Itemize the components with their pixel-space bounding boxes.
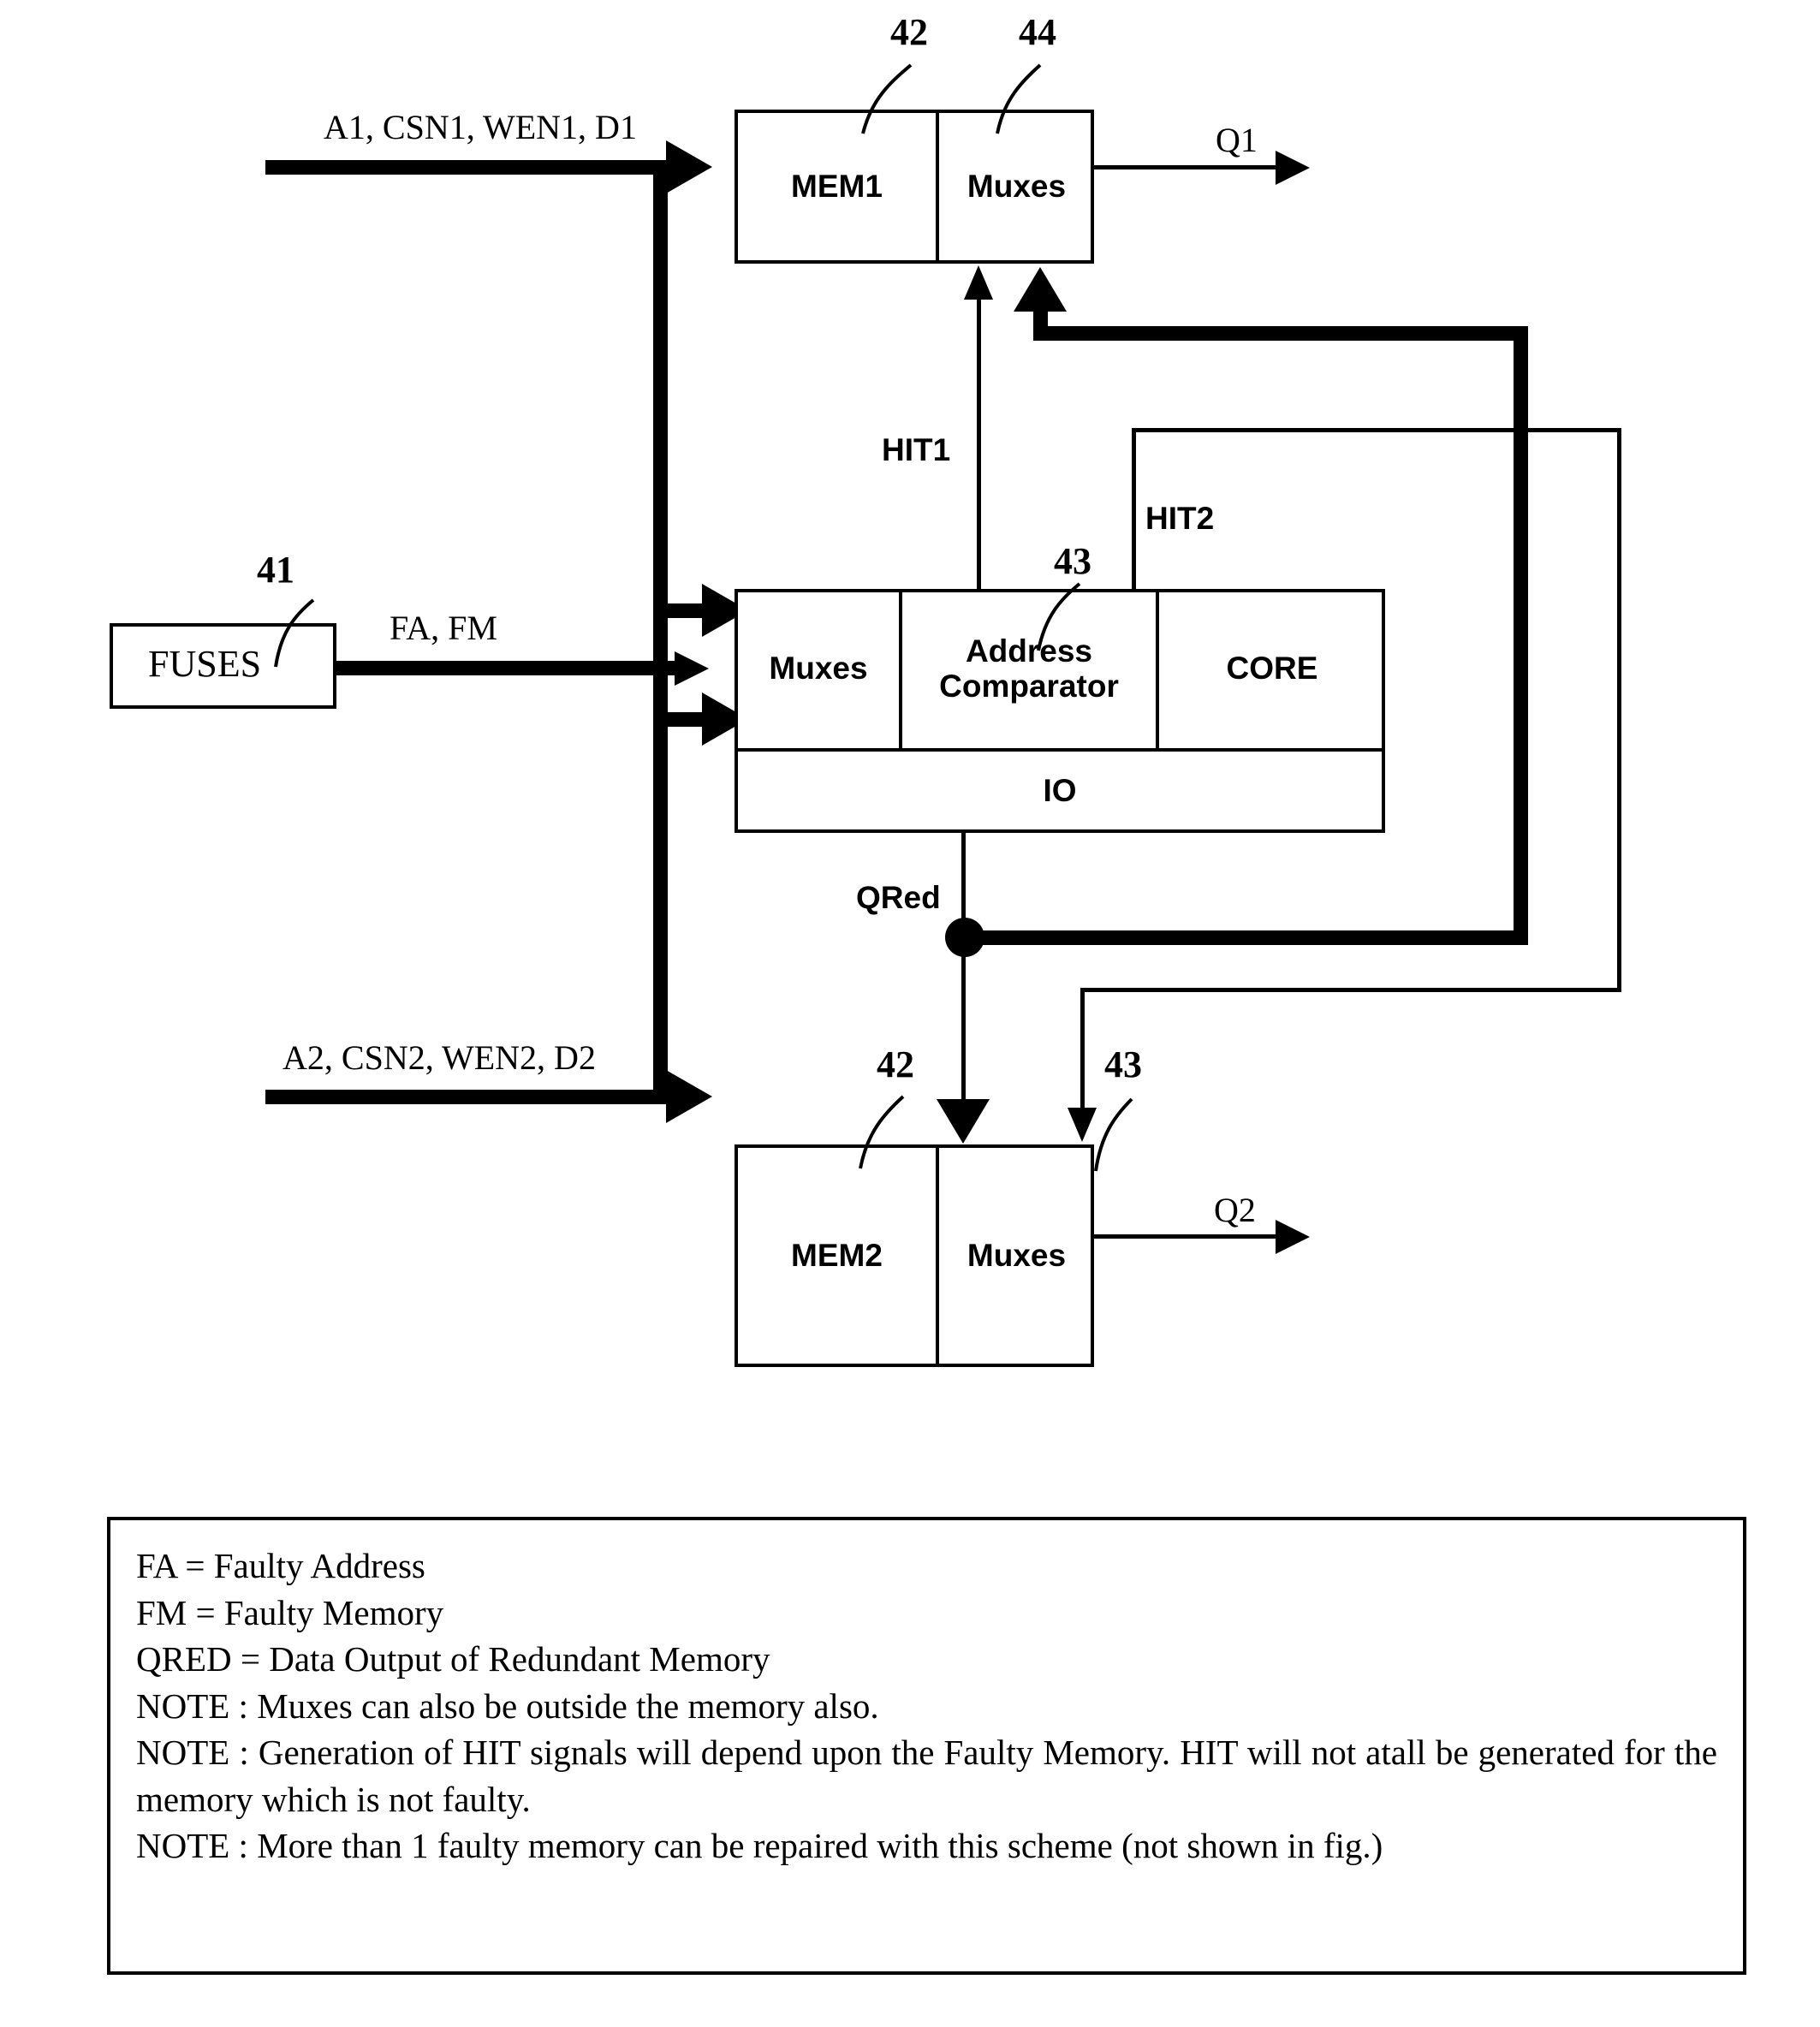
main-input-bus-vertical [653, 160, 668, 1097]
qred-wire-lower [961, 937, 966, 1105]
q2-label: Q2 [1214, 1191, 1256, 1229]
ref-43-address-comparator: 43 [1054, 540, 1091, 582]
legend-note-hit: NOTE : Generation of HIT signals will de… [136, 1733, 1717, 1819]
fa-fm-wire [336, 661, 675, 675]
mem2-muxes-label: Muxes [967, 1238, 1067, 1274]
ref-42-mem2-leader [859, 1095, 905, 1169]
qred-feedback-right-vertical [1514, 326, 1528, 937]
input1-arrowhead [666, 140, 712, 193]
legend-note-more: NOTE : More than 1 faulty memory can be … [136, 1826, 1383, 1866]
qred-feedback-top [1033, 326, 1528, 341]
qred-to-mem2-arrowhead [937, 1099, 990, 1144]
input2-arrowhead [666, 1070, 712, 1123]
q1-arrowhead [1276, 151, 1310, 185]
ref-44-leader [996, 63, 1042, 134]
ref-43-mem2-leader [1094, 1097, 1133, 1172]
legend-note-muxes: NOTE : Muxes can also be outside the mem… [136, 1685, 879, 1726]
legend-line-fa: FA = Faulty Address [136, 1546, 425, 1585]
legend-box: FA = Faulty Address FM = Faulty Memory Q… [107, 1517, 1746, 1975]
hit1-wire [977, 300, 981, 591]
patent-figure-page: MEM1 Muxes 42 44 A1, CSN1, WEN1, D1 Q1 H… [0, 0, 1820, 2027]
fa-fm-arrowhead [675, 651, 709, 686]
hit2-to-mem2-vertical [1080, 988, 1085, 1109]
io-label: IO [1043, 772, 1077, 808]
mem2-label: MEM2 [791, 1238, 883, 1274]
qred-junction-dot [945, 918, 984, 957]
ref-42-mem2: 42 [877, 1043, 914, 1085]
bus-branch-upper [653, 603, 709, 618]
ref-42-mem1-leader [861, 63, 913, 134]
qred-label: QRed [856, 880, 941, 915]
legend-line-qred: QRED = Data Output of Redundant Memory [136, 1639, 770, 1679]
input2-label: A2, CSN2, WEN2, D2 [283, 1038, 596, 1077]
hit1-label: HIT1 [882, 432, 951, 467]
ref-43-mem2-muxes: 43 [1104, 1043, 1142, 1085]
q2-arrowhead [1276, 1220, 1310, 1254]
hit2-bottom-wire [1080, 988, 1621, 992]
qred-feedback-bottom [963, 930, 1528, 945]
hit2-right-vertical [1617, 428, 1621, 991]
q2-output-wire [1094, 1234, 1278, 1239]
q1-output-wire [1094, 165, 1278, 169]
bus-branch-lower [653, 712, 709, 727]
input1-bus [265, 160, 668, 175]
input1-label: A1, CSN1, WEN1, D1 [324, 108, 637, 146]
q1-label: Q1 [1216, 121, 1258, 159]
ref-42-mem1: 42 [890, 11, 928, 53]
ref-43-ac-leader [1037, 582, 1081, 651]
redundant-muxes-label: Muxes [769, 651, 868, 687]
hit1-arrowhead [964, 265, 993, 300]
ref-44-mem1-muxes: 44 [1019, 11, 1056, 53]
core-label: CORE [1226, 651, 1318, 687]
input2-bus [265, 1090, 668, 1104]
hit2-top-wire [1132, 428, 1621, 432]
ref-41-leader [274, 598, 315, 668]
hit2-left-vertical [1132, 428, 1136, 591]
hit2-label: HIT2 [1145, 501, 1215, 536]
ref-41-fuses: 41 [257, 549, 294, 591]
fa-fm-label: FA, FM [390, 609, 497, 647]
legend-line-fm: FM = Faulty Memory [136, 1592, 444, 1632]
qred-to-mem1-arrowhead [1014, 267, 1067, 312]
